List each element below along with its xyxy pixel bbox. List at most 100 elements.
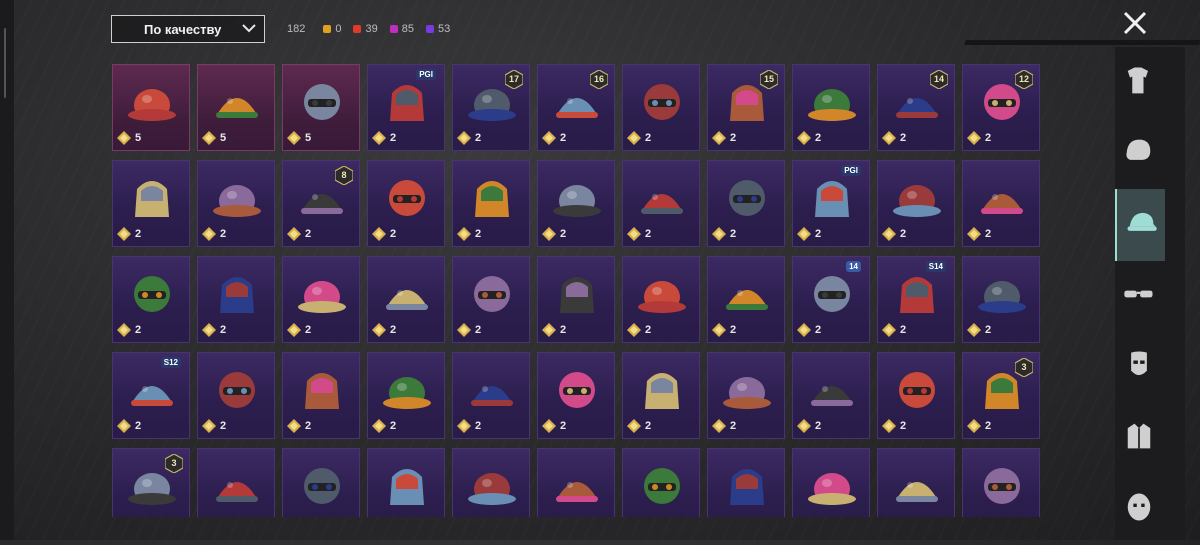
black-respirator-icon — [380, 267, 434, 321]
coin-icon — [287, 227, 301, 241]
tab-glasses[interactable] — [1115, 260, 1163, 332]
tab-face[interactable] — [1115, 473, 1163, 545]
coin-icon — [202, 419, 216, 433]
item-slot-blue-bird-hair[interactable]: 2 14 — [877, 64, 955, 151]
close-icon[interactable] — [1120, 8, 1150, 38]
item-slot-headlamp[interactable] — [367, 448, 445, 517]
item-slot-goggles-hair[interactable]: 2 — [792, 64, 870, 151]
red-fedora-icon — [720, 363, 774, 417]
item-slot-heart-headband[interactable]: 2 PGI — [367, 64, 445, 151]
item-slot-spartan-helmet[interactable]: 2 S14 — [877, 256, 955, 343]
item-slot-camo-helmet-2[interactable] — [877, 448, 955, 517]
item-slot-astronaut-helmet[interactable]: 2 S12 — [112, 352, 190, 439]
item-slot-steampunk-hat[interactable]: 2 — [112, 256, 190, 343]
level-badge: 3 — [1015, 358, 1033, 377]
quantity-number: 2 — [390, 228, 397, 240]
tab-outfit[interactable] — [1115, 47, 1163, 119]
item-slot-gas-mask-helmet[interactable]: 5 — [112, 64, 190, 151]
level-number: 14 — [933, 74, 944, 84]
count-label: 0 — [335, 23, 342, 35]
item-slot-red-hair-hood[interactable]: 2 15 — [707, 64, 785, 151]
item-slot-police-cap[interactable]: 2 14 — [792, 256, 870, 343]
quantity-number: 2 — [305, 228, 312, 240]
item-slot-black-baseball-cap[interactable] — [622, 448, 700, 517]
item-slot-striped-scarf-hat[interactable]: 2 — [622, 256, 700, 343]
item-slot-red-beret[interactable]: 2 — [537, 352, 615, 439]
quantity-number: 2 — [475, 132, 482, 144]
item-slot-burger-hat[interactable] — [282, 448, 360, 517]
red-dot-icon — [353, 25, 362, 33]
item-slot-flower-crown[interactable]: 3 — [112, 448, 190, 517]
coin-icon — [542, 131, 556, 145]
quantity-number: 5 — [220, 132, 227, 144]
item-slot-dinosaur-mask[interactable]: 5 — [197, 64, 275, 151]
item-slot-braided-hair-mask[interactable]: 2 — [197, 256, 275, 343]
item-slot-headband[interactable] — [452, 448, 530, 517]
item-slot-scarecrow-hat[interactable]: 2 — [197, 352, 275, 439]
item-quantity: 2 — [202, 323, 226, 337]
item-slot-green-hair[interactable]: 2 PGI — [792, 160, 870, 247]
item-slot-shark-hood[interactable]: 2 — [452, 352, 530, 439]
cowboy-hat-icon — [295, 363, 349, 417]
white-shark-hood-icon — [805, 363, 859, 417]
item-slot-yellow-beanie[interactable]: 2 — [537, 256, 615, 343]
quantity-number: 2 — [985, 420, 992, 432]
item-slot-dark-fedora[interactable]: 23 — [962, 352, 1040, 439]
item-quantity: 2 — [542, 131, 566, 145]
item-slot-blue-cricket-helmet[interactable]: 2 — [962, 160, 1040, 247]
item-slot-goggles-beanie[interactable]: 2 — [452, 256, 530, 343]
left-edge-handle — [0, 0, 14, 540]
item-slot-camo-helmet[interactable]: 2 16 — [537, 64, 615, 151]
item-slot-red-motorbike-helmet[interactable]: 2 — [877, 160, 955, 247]
item-slot-gold-horned-mask[interactable]: 2 17 — [452, 64, 530, 151]
item-slot-black-fedora[interactable]: 2 — [622, 352, 700, 439]
quantity-number: 2 — [560, 132, 567, 144]
item-slot-ninja-helmet[interactable]: 2 — [367, 352, 445, 439]
item-slot-green-skull-hood[interactable]: 28 — [282, 160, 360, 247]
coin-icon — [882, 227, 896, 241]
item-slot-blue-trucker-cap[interactable] — [707, 448, 785, 517]
item-slot-aviator-goggles-hair[interactable]: 2 — [622, 160, 700, 247]
item-slot-white-sun-hat[interactable]: 2 — [707, 160, 785, 247]
tab-jacket[interactable] — [1115, 402, 1163, 474]
item-slot-green-gasmask-helmet[interactable]: 2 — [452, 160, 530, 247]
yellow-beanie-icon — [550, 267, 604, 321]
item-slot-blue-sailor-cap[interactable] — [537, 448, 615, 517]
quantity-number: 2 — [815, 228, 822, 240]
sort-dropdown[interactable]: По качеству — [111, 15, 265, 43]
item-slot-visor-helmet[interactable]: 2 — [537, 160, 615, 247]
tab-hair[interactable] — [1115, 118, 1163, 190]
item-slot-maroon-fedora[interactable] — [792, 448, 870, 517]
quantity-number: 2 — [985, 324, 992, 336]
item-quantity: 2 — [372, 419, 396, 433]
tab-hat[interactable] — [1115, 189, 1165, 261]
item-quantity: 2 — [712, 419, 736, 433]
quantity-number: 2 — [730, 420, 737, 432]
item-slot-red-bandana-mask[interactable]: 2 — [707, 256, 785, 343]
count-label: 39 — [365, 23, 378, 35]
item-slot-red-bucket-hat[interactable]: 2 — [877, 352, 955, 439]
coin-icon — [967, 419, 981, 433]
item-slot-cowboy-hat[interactable]: 2 — [282, 352, 360, 439]
item-slot-cake-hat[interactable] — [197, 448, 275, 517]
item-slot-white-shark-hood[interactable]: 2 — [792, 352, 870, 439]
item-slot-blue-cap[interactable]: 2 — [622, 64, 700, 151]
item-slot-red-fedora[interactable]: 2 — [707, 352, 785, 439]
item-slot-pink-cap[interactable]: 2 — [962, 256, 1040, 343]
item-slot-horn-headband[interactable]: 2 — [197, 160, 275, 247]
tab-mask[interactable] — [1115, 331, 1163, 403]
item-slot-red-flower-hat[interactable]: 5 — [282, 64, 360, 151]
blue-trucker-cap-icon — [720, 459, 774, 513]
item-slot-black-bucket-hat[interactable] — [962, 448, 1040, 517]
item-slot-purple-witch-hat[interactable]: 2 — [282, 256, 360, 343]
purple-witch-hat-icon — [295, 267, 349, 321]
item-slot-patterned-cap[interactable]: 2 — [367, 160, 445, 247]
level-number: 12 — [1018, 74, 1029, 84]
coin-icon — [797, 131, 811, 145]
quantity-number: 2 — [985, 132, 992, 144]
season-badge: S12 — [160, 357, 181, 368]
item-slot-pink-cat-beanie[interactable]: 2 — [112, 160, 190, 247]
item-slot-bunny-ear-helmet[interactable]: 2 12 — [962, 64, 1040, 151]
item-slot-black-respirator[interactable]: 2 — [367, 256, 445, 343]
level-number: 16 — [593, 74, 604, 84]
